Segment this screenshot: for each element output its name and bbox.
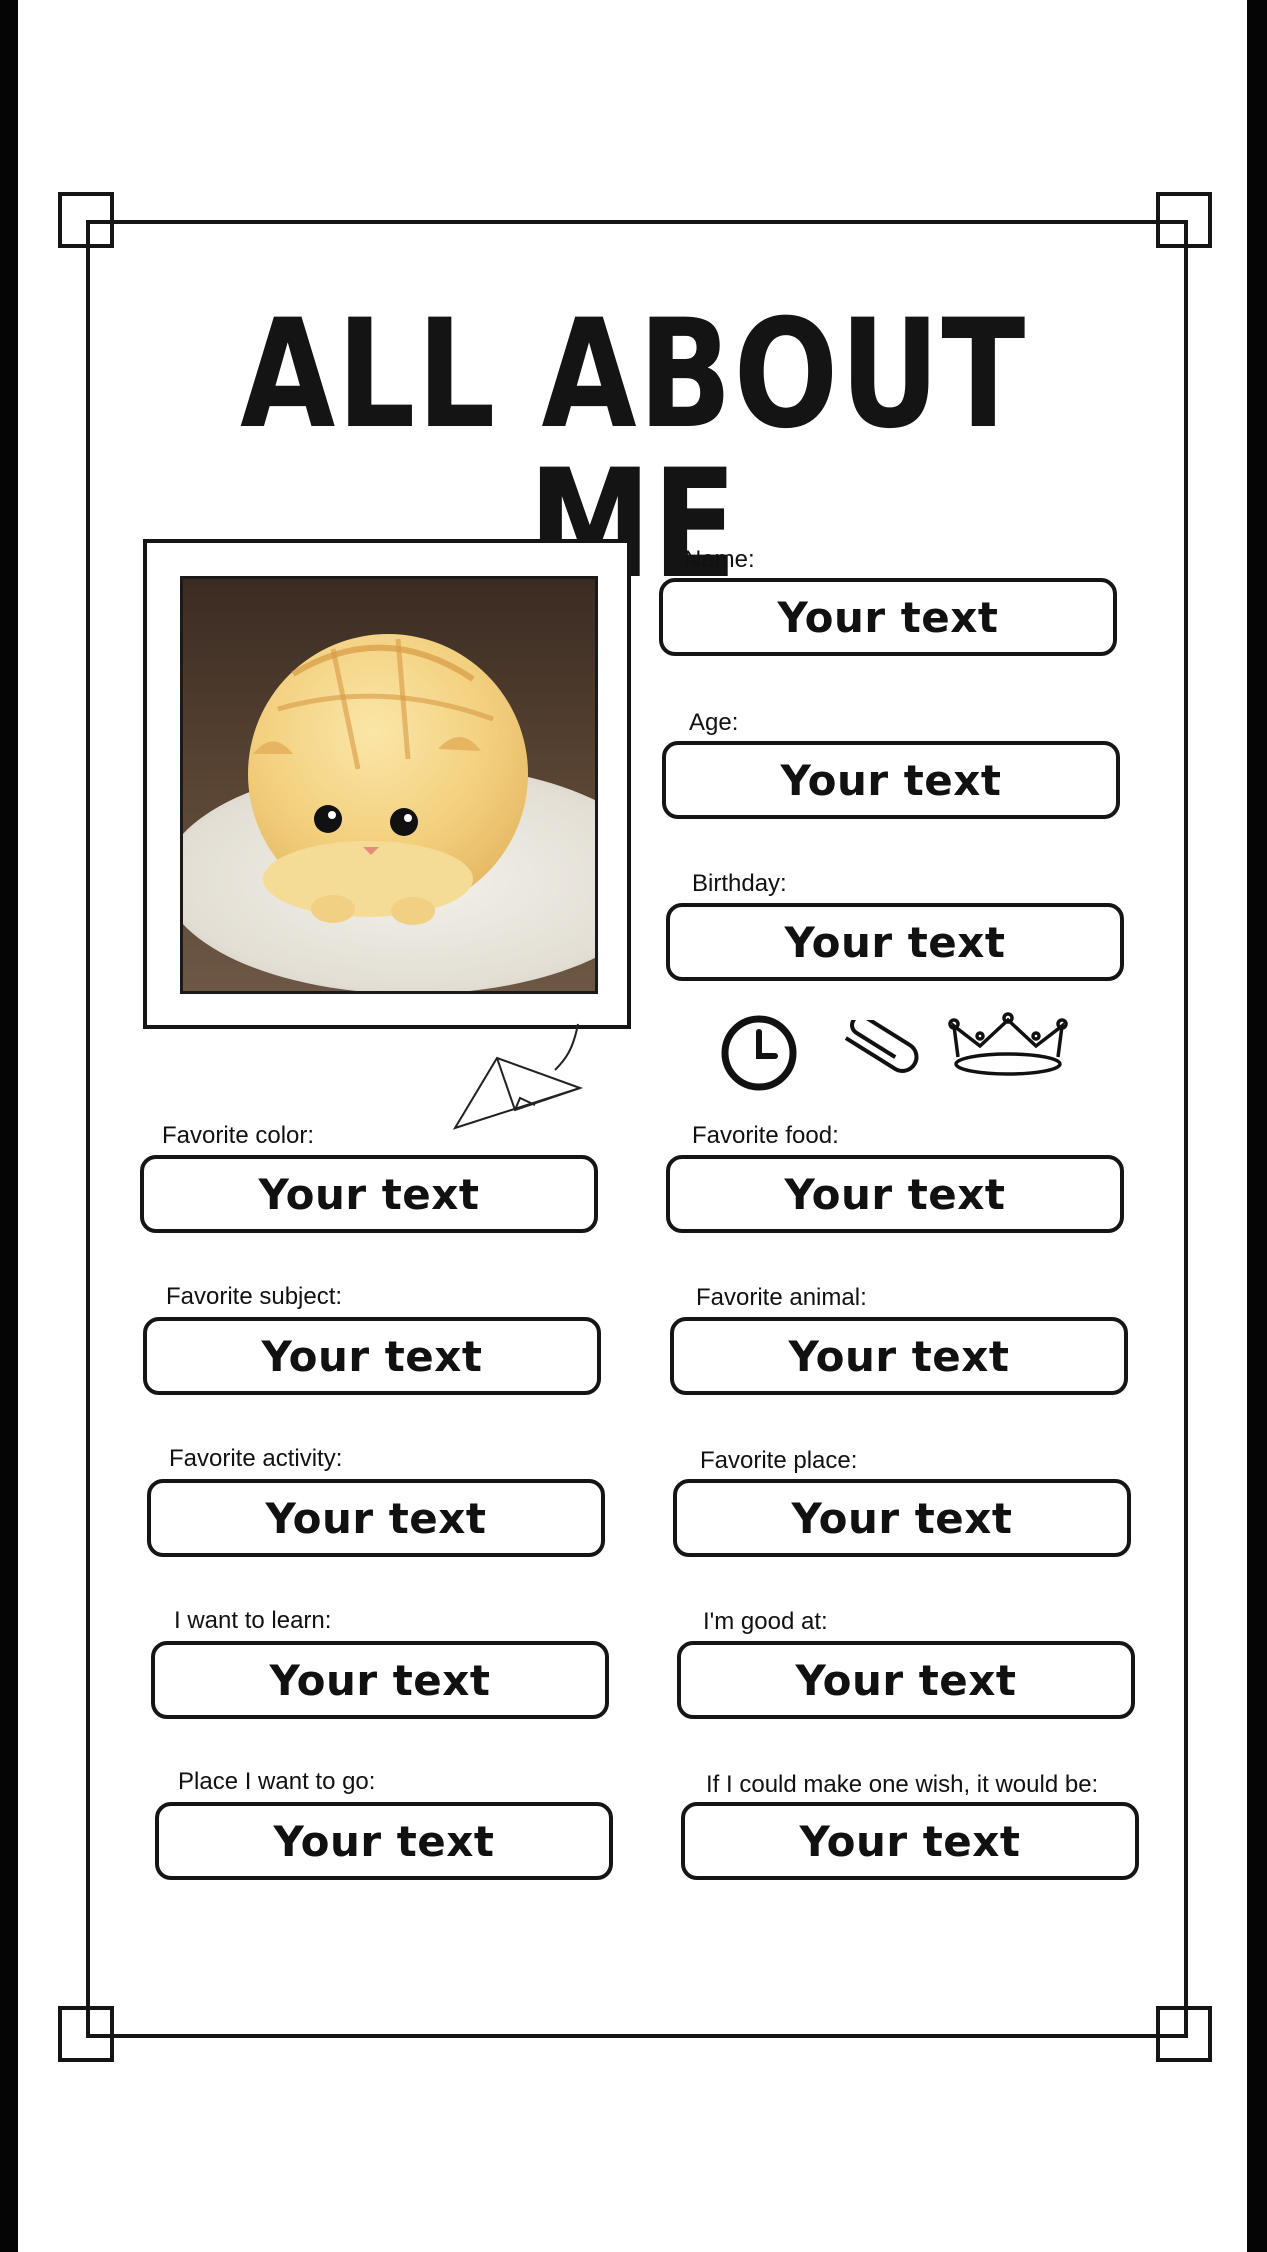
wish-field[interactable]: Your text <box>681 1802 1139 1880</box>
age-field[interactable]: Your text <box>662 741 1120 819</box>
place-to-go-value: Your text <box>273 1816 495 1866</box>
favorite-animal-label: Favorite animal: <box>696 1284 867 1311</box>
favorite-food-value: Your text <box>784 1169 1006 1219</box>
good-at-label: I'm good at: <box>703 1608 828 1635</box>
want-to-learn-label: I want to learn: <box>174 1607 332 1634</box>
place-to-go-label: Place I want to go: <box>178 1768 376 1795</box>
favorite-color-field[interactable]: Your text <box>140 1155 598 1233</box>
favorite-color-value: Your text <box>258 1169 480 1219</box>
name-field[interactable]: Your text <box>659 578 1117 656</box>
paper-plane-icon <box>445 1020 595 1140</box>
favorite-food-field[interactable]: Your text <box>666 1155 1124 1233</box>
photo-frame <box>143 539 631 1029</box>
want-to-learn-field[interactable]: Your text <box>151 1641 609 1719</box>
favorite-subject-label: Favorite subject: <box>166 1283 343 1310</box>
crown-icon <box>948 1012 1068 1080</box>
right-border-bar <box>1247 0 1267 2252</box>
favorite-activity-label: Favorite activity: <box>169 1445 343 1472</box>
favorite-animal-value: Your text <box>788 1331 1010 1381</box>
want-to-learn-value: Your text <box>269 1655 491 1705</box>
name-value: Your text <box>777 592 999 642</box>
paperclip-icon <box>826 1014 921 1090</box>
left-border-bar <box>0 0 18 2252</box>
favorite-food-label: Favorite food: <box>692 1122 839 1149</box>
wish-label: If I could make one wish, it would be: <box>706 1771 1099 1798</box>
frame-corner-top-left <box>58 192 114 248</box>
favorite-subject-value: Your text <box>261 1331 483 1381</box>
birthday-field[interactable]: Your text <box>666 903 1124 981</box>
good-at-field[interactable]: Your text <box>677 1641 1135 1719</box>
age-value: Your text <box>780 755 1002 805</box>
favorite-place-value: Your text <box>791 1493 1013 1543</box>
favorite-activity-field[interactable]: Your text <box>147 1479 605 1557</box>
favorite-subject-field[interactable]: Your text <box>143 1317 601 1395</box>
frame-corner-bottom-right <box>1156 2006 1212 2062</box>
cat-bread-photo <box>180 576 598 994</box>
favorite-animal-field[interactable]: Your text <box>670 1317 1128 1395</box>
good-at-value: Your text <box>795 1655 1017 1705</box>
place-to-go-field[interactable]: Your text <box>155 1802 613 1880</box>
name-label: Name: <box>684 546 755 573</box>
favorite-color-label: Favorite color: <box>162 1122 315 1149</box>
frame-corner-top-right <box>1156 192 1212 248</box>
age-label: Age: <box>689 709 739 736</box>
birthday-label: Birthday: <box>692 870 787 897</box>
clock-icon <box>720 1014 798 1092</box>
favorite-place-field[interactable]: Your text <box>673 1479 1131 1557</box>
birthday-value: Your text <box>784 917 1006 967</box>
favorite-place-label: Favorite place: <box>700 1447 858 1474</box>
frame-corner-bottom-left <box>58 2006 114 2062</box>
favorite-activity-value: Your text <box>265 1493 487 1543</box>
wish-value: Your text <box>799 1816 1021 1866</box>
